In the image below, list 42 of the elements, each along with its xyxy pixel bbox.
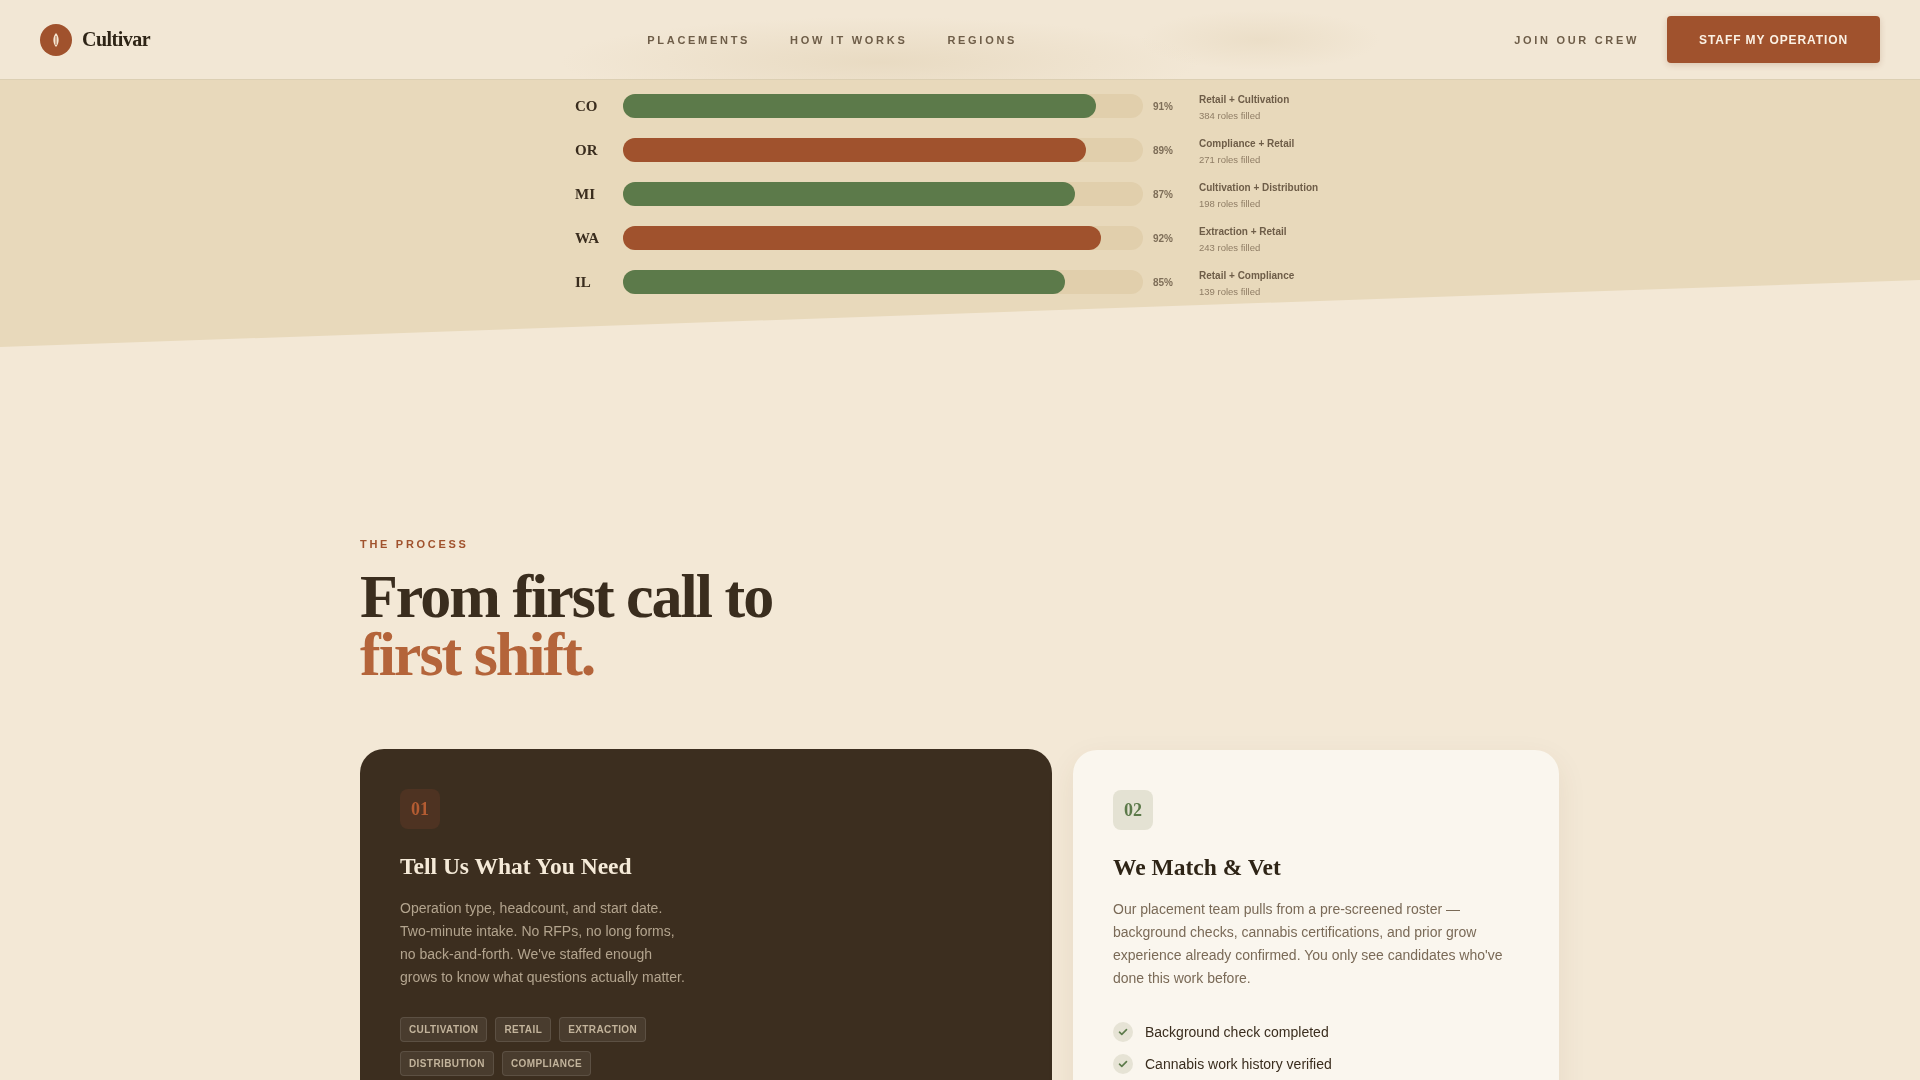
role-mix: Retail + Cultivation	[1199, 93, 1290, 105]
roles-filled: 271 roles filled	[1199, 153, 1261, 165]
staff-operation-button[interactable]: STAFF MY OPERATION	[1667, 16, 1880, 63]
nav-link[interactable]: HOW IT WORKS	[790, 33, 908, 46]
step-number: 02	[1113, 790, 1153, 830]
brand-name: Cultivar	[82, 28, 151, 51]
category-tag: COMPLIANCE	[501, 1051, 592, 1076]
nav-link[interactable]: REGIONS	[947, 33, 1018, 46]
step-number: 01	[400, 789, 440, 829]
fill-rate-value: 85%	[1153, 276, 1173, 288]
section-heading: From first call to first shift.	[360, 567, 773, 683]
checklist-label: Background check completed	[1145, 1023, 1329, 1042]
roles-filled: 139 roles filled	[1199, 285, 1261, 297]
category-tag: EXTRACTION	[559, 1017, 647, 1042]
checklist-label: Cannabis work history verified	[1145, 1055, 1332, 1074]
step-description: Operation type, headcount, and start date. Two-minute intake. No RFPs, no long forms, no back-and-forth. We've staffed enough grows to know what questions actually matter.	[400, 899, 686, 987]
section-eyebrow: THE PROCESS	[360, 537, 469, 551]
category-tag: DISTRIBUTION	[400, 1051, 494, 1076]
role-mix: Cultivation + Distribution	[1199, 181, 1319, 193]
fill-rate-value: 89%	[1153, 144, 1173, 156]
category-tag: RETAIL	[495, 1017, 552, 1042]
roles-filled: 198 roles filled	[1199, 197, 1261, 209]
role-mix: Compliance + Retail	[1199, 137, 1295, 149]
role-mix: Retail + Compliance	[1199, 269, 1295, 281]
step-description: Our placement team pulls from a pre-screened roster — background checks, cannabis certifications, and prior grow experience already confirmed. You only see candidates who've done this work before.	[1113, 900, 1504, 988]
state-code: MI	[575, 185, 596, 203]
join-link[interactable]: JOIN OUR CREW	[1514, 33, 1640, 46]
state-code: OR	[575, 141, 599, 159]
fill-rate-value: 92%	[1153, 232, 1173, 244]
roles-filled: 384 roles filled	[1199, 109, 1261, 121]
state-code: CO	[575, 97, 599, 115]
roles-filled: 243 roles filled	[1199, 241, 1261, 253]
leaf-logo-icon	[40, 23, 72, 56]
state-code: IL	[575, 273, 592, 291]
nav-link[interactable]: PLACEMENTS	[647, 33, 751, 46]
step-title: Tell Us What You Need	[400, 852, 632, 881]
step-title: We Match & Vet	[1113, 853, 1281, 882]
category-tag: CULTIVATION	[400, 1017, 488, 1042]
fill-rate-value: 87%	[1153, 188, 1173, 200]
role-mix: Extraction + Retail	[1199, 225, 1287, 237]
fill-rate-value: 91%	[1153, 100, 1173, 112]
state-code: WA	[575, 229, 601, 247]
